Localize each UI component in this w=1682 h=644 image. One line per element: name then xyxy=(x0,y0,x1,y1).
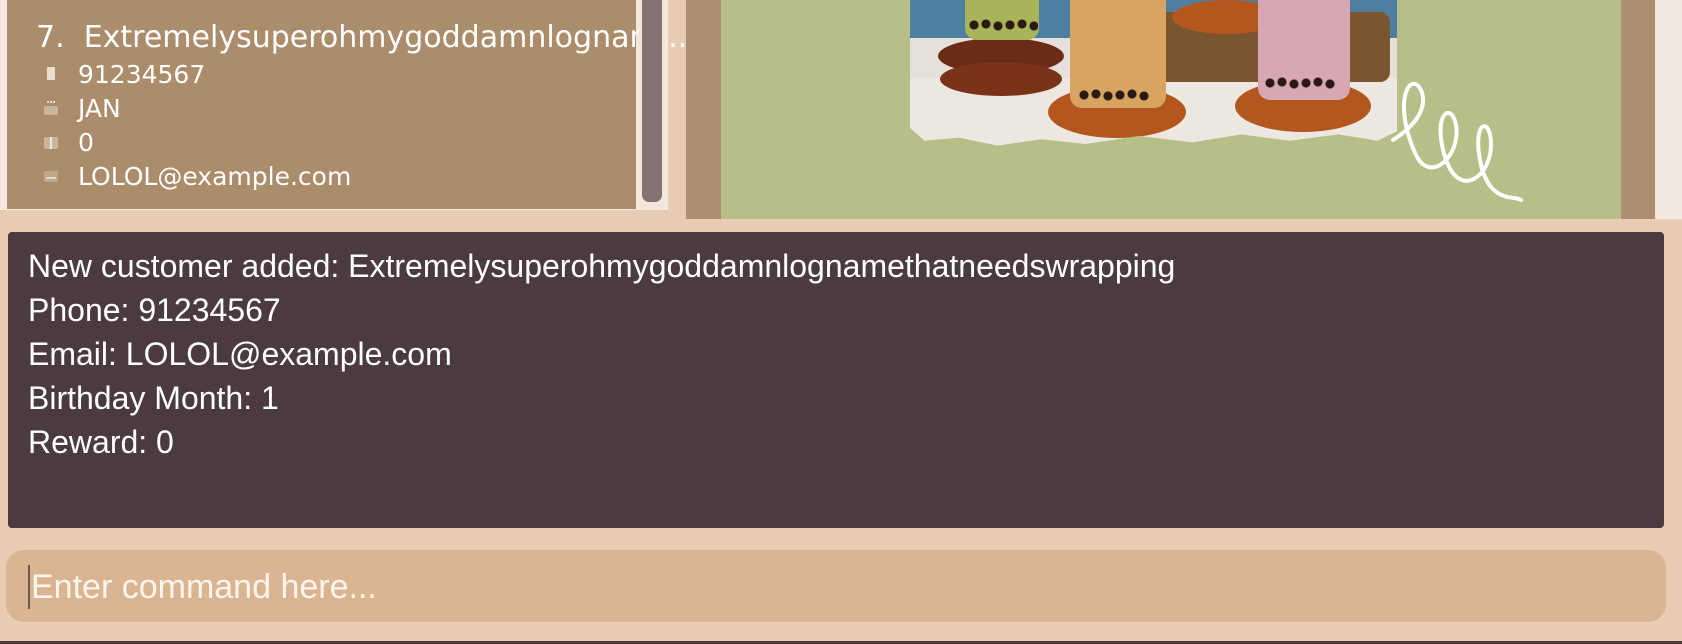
customer-reward: 0 xyxy=(78,127,94,157)
customer-index: 7. xyxy=(36,20,65,55)
squiggle-decoration xyxy=(1391,81,1523,202)
bubble-tea-promo-image xyxy=(721,0,1621,219)
result-line: Phone: 91234567 xyxy=(28,292,281,328)
result-line: Reward: 0 xyxy=(28,424,174,460)
customer-list-panel: 7. Extremelysuperohmygoddamnlognam... 91… xyxy=(0,0,687,210)
tapioca-pearls xyxy=(1264,74,1346,92)
gift-icon xyxy=(43,134,59,150)
tapioca-pearls xyxy=(1078,86,1158,104)
list-scrollbar[interactable] xyxy=(639,0,665,209)
coaster xyxy=(940,62,1062,96)
result-display: New customer added: Extremelysuperohmygo… xyxy=(8,232,1664,528)
bubble-tea-photo xyxy=(910,0,1397,146)
customer-phone-row: 91234567 xyxy=(43,59,205,89)
customer-birthday-month: JAN xyxy=(78,93,121,123)
customer-email-row: LOLOL@example.com xyxy=(43,161,351,191)
customer-name: 7. Extremelysuperohmygoddamnlognam... xyxy=(36,20,687,55)
customer-phone: 91234567 xyxy=(78,59,206,89)
right-edge-strip xyxy=(1655,0,1682,219)
result-line: Email: LOLOL@example.com xyxy=(28,336,452,372)
result-line: New customer added: Extremelysuperohmygo… xyxy=(28,248,1176,284)
scrollbar-thumb[interactable] xyxy=(642,0,662,202)
command-box[interactable] xyxy=(6,550,1666,622)
customer-reward-row: 0 xyxy=(43,127,94,157)
tapioca-pearls xyxy=(968,16,1038,34)
phone-icon xyxy=(43,66,59,82)
command-input[interactable] xyxy=(29,558,1633,616)
text-caret xyxy=(28,565,30,609)
customer-email: LOLOL@example.com xyxy=(78,161,352,191)
customer-name-text: Extremelysuperohmygoddamnlognam... xyxy=(83,20,688,55)
customer-birthday-row: JAN xyxy=(43,93,121,123)
result-line: Birthday Month: 1 xyxy=(28,380,279,416)
cake-icon xyxy=(43,100,59,116)
customer-card[interactable]: 7. Extremelysuperohmygoddamnlognam... 91… xyxy=(7,0,687,209)
mail-icon xyxy=(43,168,59,184)
